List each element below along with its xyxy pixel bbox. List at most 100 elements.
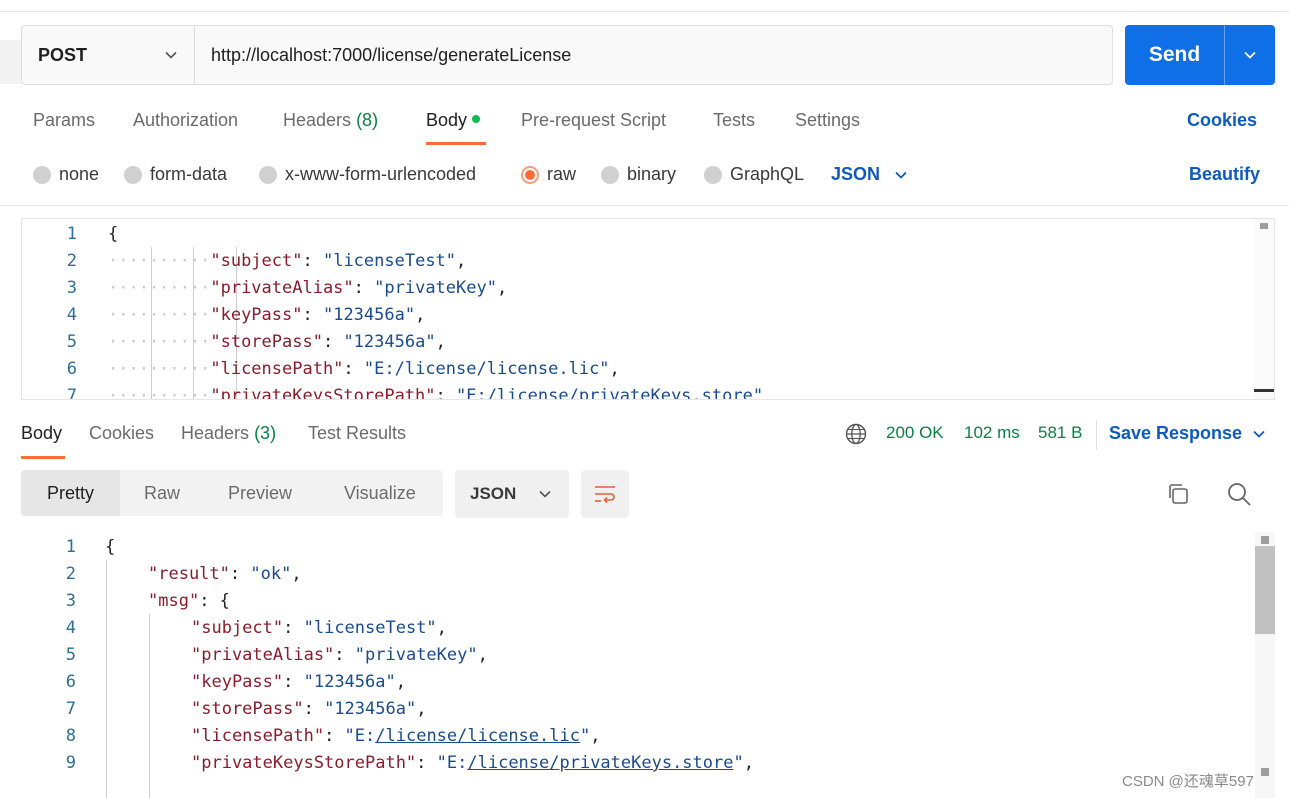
tab-authorization[interactable]: Authorization: [133, 110, 238, 131]
radio-none[interactable]: none: [33, 164, 99, 185]
send-button-group: Send: [1125, 25, 1275, 85]
section-divider: [0, 205, 1289, 206]
divider: [1096, 420, 1097, 450]
json-value: "ok": [250, 564, 292, 584]
json-key: "privateAlias": [191, 645, 335, 665]
code-line: "privateKeysStorePath": "E:/license/priv…: [191, 753, 754, 773]
whitespace-markers: ··········: [108, 386, 211, 400]
radio-form-data-label: form-data: [150, 164, 228, 184]
code-line: "licensePath": "E:/license/license.lic",: [191, 726, 601, 746]
whitespace-markers: ··········: [108, 359, 211, 379]
json-value: "123456a": [322, 305, 416, 325]
scrollbar-position-marker: [1254, 389, 1274, 392]
body-type-options: none form-data x-www-form-urlencoded raw…: [21, 156, 1275, 194]
line-number: 3: [66, 278, 77, 298]
response-time[interactable]: 102 ms: [964, 423, 1020, 443]
view-tab-preview[interactable]: Preview: [228, 470, 292, 516]
url-input[interactable]: http://localhost:7000/license/generateLi…: [195, 26, 1112, 84]
radio-urlencoded-label: x-www-form-urlencoded: [285, 164, 477, 184]
radio-binary[interactable]: binary: [601, 164, 676, 185]
active-tab-indicator: [426, 142, 486, 145]
request-tabs: Params Authorization Headers (8) Body Pr…: [21, 100, 1275, 146]
sidebar-edge: [0, 40, 22, 84]
tab-body-label: Body: [426, 110, 468, 130]
path-link[interactable]: /license/privateKeys.store: [467, 753, 733, 773]
whitespace-markers: ··········: [108, 305, 211, 325]
cookies-link[interactable]: Cookies: [1187, 110, 1257, 131]
radio-circle: [704, 165, 722, 184]
response-body-viewer[interactable]: 1 2 3 4 5 6 7 8 9 { "result": "ok", "msg…: [21, 532, 1275, 798]
path-drive: "E:: [344, 726, 376, 746]
code-line: ··········"privateKeysStorePath": "E:/li…: [108, 386, 764, 400]
view-tab-visualize[interactable]: Visualize: [344, 470, 416, 516]
code-line: "keyPass": "123456a",: [191, 672, 406, 692]
line-number: 4: [66, 305, 77, 325]
method-select[interactable]: POST: [22, 26, 195, 84]
radio-graphql-label: GraphQL: [730, 164, 805, 184]
send-options-button[interactable]: [1225, 25, 1275, 85]
chevron-down-icon: [1253, 430, 1265, 438]
radio-urlencoded[interactable]: x-www-form-urlencoded: [259, 164, 476, 185]
body-indicator-dot: [472, 115, 481, 123]
response-tab-headers[interactable]: Headers (3): [181, 423, 276, 444]
code-line: "msg": {: [148, 591, 230, 611]
tab-params[interactable]: Params: [33, 110, 95, 131]
wrap-lines-button[interactable]: [581, 470, 629, 518]
request-url-bar: POST http://localhost:7000/license/gener…: [21, 25, 1113, 85]
send-button[interactable]: Send: [1125, 25, 1225, 85]
radio-none-label: none: [59, 164, 100, 184]
tab-headers-count: (8): [356, 110, 379, 130]
code-line: ··········"keyPass": "123456a",: [108, 305, 426, 325]
line-number: 7: [65, 699, 76, 719]
tab-body[interactable]: Body: [426, 110, 481, 131]
radio-circle: [124, 165, 142, 184]
copy-icon[interactable]: [1166, 482, 1190, 506]
search-icon[interactable]: [1226, 481, 1252, 507]
scrollbar-arrow-up[interactable]: [1260, 223, 1268, 229]
view-tab-raw[interactable]: Raw: [144, 470, 180, 516]
response-tab-cookies[interactable]: Cookies: [89, 423, 154, 444]
radio-circle: [259, 165, 277, 184]
response-format-select[interactable]: JSON: [455, 470, 569, 518]
json-value: "123456a": [324, 699, 417, 719]
code-line: ··········"licensePath": "E:/license/lic…: [108, 359, 620, 379]
globe-icon[interactable]: [845, 423, 867, 445]
scrollbar-thumb[interactable]: [1255, 546, 1275, 634]
scrollbar-arrow-down[interactable]: [1261, 768, 1269, 776]
line-number: 9: [65, 753, 76, 773]
line-number: 6: [66, 359, 77, 379]
radio-circle: [601, 165, 619, 184]
code-line: "storePass": "123456a",: [191, 699, 427, 719]
radio-raw[interactable]: raw: [521, 164, 576, 185]
view-tab-pretty[interactable]: Pretty: [21, 470, 120, 516]
save-response-button[interactable]: Save Response: [1109, 423, 1266, 444]
tab-headers[interactable]: Headers (8): [283, 110, 378, 131]
json-key: "privateKeysStorePath": [191, 753, 417, 773]
line-number: 4: [65, 618, 76, 638]
response-tab-body[interactable]: Body: [21, 423, 62, 444]
scrollbar-arrow-up[interactable]: [1261, 536, 1269, 544]
json-value: "E:/license/privateKeys.store": [456, 386, 764, 400]
code-brace: {: [105, 537, 116, 557]
editor-scrollbar[interactable]: [1254, 219, 1274, 399]
body-format-select[interactable]: JSON: [831, 164, 908, 185]
chevron-down-icon: [165, 51, 177, 59]
status-code[interactable]: 200 OK: [886, 423, 944, 443]
json-value: "privateKey": [354, 645, 478, 665]
beautify-link[interactable]: Beautify: [1189, 164, 1260, 185]
path-drive: "E:: [436, 753, 468, 773]
tab-settings[interactable]: Settings: [795, 110, 860, 131]
json-key: "licensePath": [210, 359, 344, 379]
code-line: ··········"storePass": "123456a",: [108, 332, 446, 352]
tab-tests[interactable]: Tests: [713, 110, 755, 131]
response-tabs: Body Cookies Headers (3) Test Results 20…: [21, 418, 1275, 462]
radio-graphql[interactable]: GraphQL: [704, 164, 804, 185]
radio-form-data[interactable]: form-data: [124, 164, 227, 185]
tab-prerequest-script[interactable]: Pre-request Script: [521, 110, 666, 131]
response-tab-test-results[interactable]: Test Results: [308, 423, 406, 444]
path-link[interactable]: /license/license.lic: [375, 726, 580, 746]
response-tab-headers-label: Headers: [181, 423, 250, 443]
request-body-editor[interactable]: 1 2 3 4 5 6 7 { ··········"subject": "li…: [21, 218, 1275, 400]
json-value: "privateKey": [374, 278, 497, 298]
response-size[interactable]: 581 B: [1038, 423, 1082, 443]
